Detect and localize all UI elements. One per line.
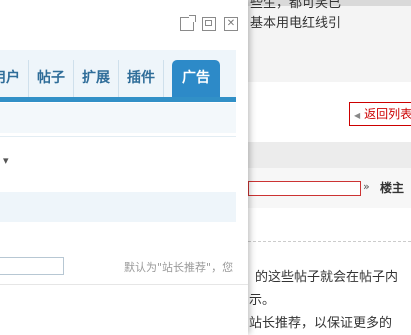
tab-ads[interactable]: 广告	[172, 60, 220, 97]
tab-users[interactable]: 用户	[0, 60, 29, 97]
text-input[interactable]	[0, 257, 64, 275]
tab-extensions[interactable]: 扩展	[74, 60, 119, 97]
tab-list: 用户 帖子 扩展 插件 广告	[0, 60, 220, 97]
close-icon[interactable]: ✕	[224, 17, 238, 31]
section-band	[0, 192, 236, 222]
background-input[interactable]	[248, 181, 361, 196]
background-paragraph-line-1: 的这些帖子就会在帖子内	[255, 270, 399, 285]
window-controls: ✕	[180, 15, 238, 31]
maximize-icon[interactable]	[202, 17, 216, 31]
background-text-line-1: 些生，都可笑已	[250, 0, 342, 11]
popout-icon[interactable]	[180, 15, 196, 31]
back-to-list-label: 返回列表	[364, 107, 411, 121]
owner-label: 楼主	[380, 181, 405, 195]
dashed-divider	[248, 241, 411, 242]
chevron-down-icon[interactable]: ▾	[3, 154, 9, 167]
background-band	[248, 142, 411, 168]
background-paragraph-line-3: 站长推荐，以保证更多的	[249, 316, 393, 331]
back-arrow-icon: ◀	[354, 111, 361, 120]
admin-dialog: ✕ 用户 帖子 扩展 插件 广告 ▾ 默认为"站长推荐"，您	[0, 0, 248, 335]
dialog-footer	[0, 284, 248, 335]
sub-toolbar-fill	[0, 103, 236, 133]
tab-plugins[interactable]: 插件	[119, 60, 164, 97]
background-paragraph-line-2: 示。	[249, 293, 276, 308]
double-arrow-icon: »	[363, 180, 370, 193]
tab-posts[interactable]: 帖子	[29, 60, 74, 97]
background-text-line-2: 基本用电红线引	[250, 16, 342, 31]
default-hint: 默认为"站长推荐"，您	[124, 261, 234, 274]
back-to-list-button[interactable]: ◀ 返回列表	[349, 102, 411, 126]
